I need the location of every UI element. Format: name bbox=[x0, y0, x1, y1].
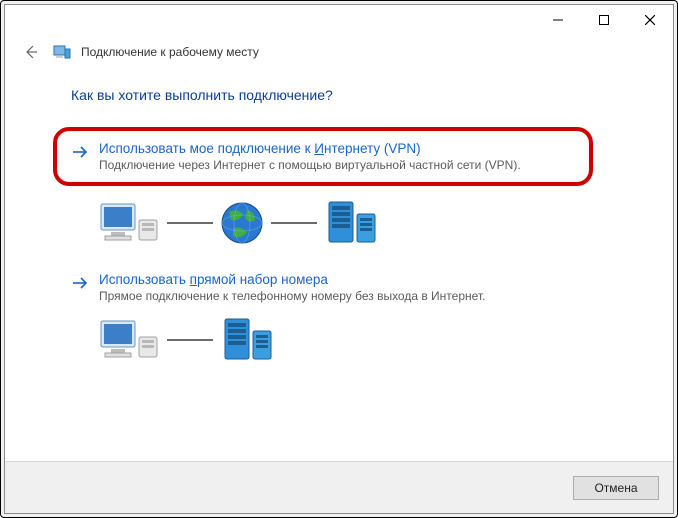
wizard-title: Подключение к рабочему месту bbox=[81, 45, 259, 59]
close-button[interactable] bbox=[627, 5, 673, 35]
server-icon bbox=[219, 315, 275, 365]
wizard-icon bbox=[53, 43, 71, 61]
server-icon bbox=[323, 198, 379, 248]
vpn-diagram bbox=[97, 198, 633, 248]
wizard-header: Подключение к рабочему месту bbox=[5, 35, 673, 69]
dialog-footer: Отмена bbox=[5, 461, 673, 513]
option-dialup-title-ul: п bbox=[190, 272, 197, 287]
arrow-right-icon bbox=[71, 274, 89, 292]
option-dialup-title-pre: Использовать bbox=[99, 272, 190, 287]
line-segment bbox=[271, 222, 317, 224]
back-arrow-icon bbox=[21, 42, 41, 62]
option-dialup[interactable]: Использовать прямой набор номера Прямое … bbox=[71, 272, 633, 303]
cancel-button[interactable]: Отмена bbox=[573, 476, 659, 500]
line-segment bbox=[167, 339, 213, 341]
page-heading: Как вы хотите выполнить подключение? bbox=[71, 87, 633, 103]
option-dialup-title-post: рямой набор номера bbox=[197, 272, 328, 287]
option-dialup-title: Использовать прямой набор номера bbox=[99, 272, 633, 287]
globe-icon bbox=[219, 200, 265, 246]
arrow-right-icon bbox=[71, 143, 89, 161]
content-area: Как вы хотите выполнить подключение? Исп… bbox=[5, 69, 673, 461]
outer-frame: Подключение к рабочему месту Как вы хоти… bbox=[0, 0, 678, 518]
option-vpn-desc: Подключение через Интернет с помощью вир… bbox=[99, 158, 575, 172]
minimize-button[interactable] bbox=[535, 5, 581, 35]
computer-icon bbox=[97, 315, 161, 365]
computer-icon bbox=[97, 198, 161, 248]
dialog-window: Подключение к рабочему месту Как вы хоти… bbox=[4, 4, 674, 514]
maximize-icon bbox=[599, 15, 609, 25]
option-vpn-title-post: нтернету (VPN) bbox=[324, 141, 421, 156]
option-vpn-title-ul: И bbox=[314, 141, 324, 156]
option-dialup-text: Использовать прямой набор номера Прямое … bbox=[99, 272, 633, 303]
titlebar bbox=[5, 5, 673, 35]
dialup-diagram bbox=[97, 315, 633, 365]
option-vpn-title-pre: Использовать мое подключение к bbox=[99, 141, 314, 156]
back-button[interactable] bbox=[19, 40, 43, 64]
option-vpn-head: Использовать мое подключение к Интернету… bbox=[71, 141, 575, 172]
minimize-icon bbox=[553, 15, 563, 25]
option-vpn-title: Использовать мое подключение к Интернету… bbox=[99, 141, 575, 156]
close-icon bbox=[645, 15, 655, 25]
maximize-button[interactable] bbox=[581, 5, 627, 35]
option-dialup-head: Использовать прямой набор номера Прямое … bbox=[71, 272, 633, 303]
option-vpn[interactable]: Использовать мое подключение к Интернету… bbox=[53, 127, 593, 186]
option-dialup-desc: Прямое подключение к телефонному номеру … bbox=[99, 289, 633, 303]
line-segment bbox=[167, 222, 213, 224]
option-vpn-text: Использовать мое подключение к Интернету… bbox=[99, 141, 575, 172]
